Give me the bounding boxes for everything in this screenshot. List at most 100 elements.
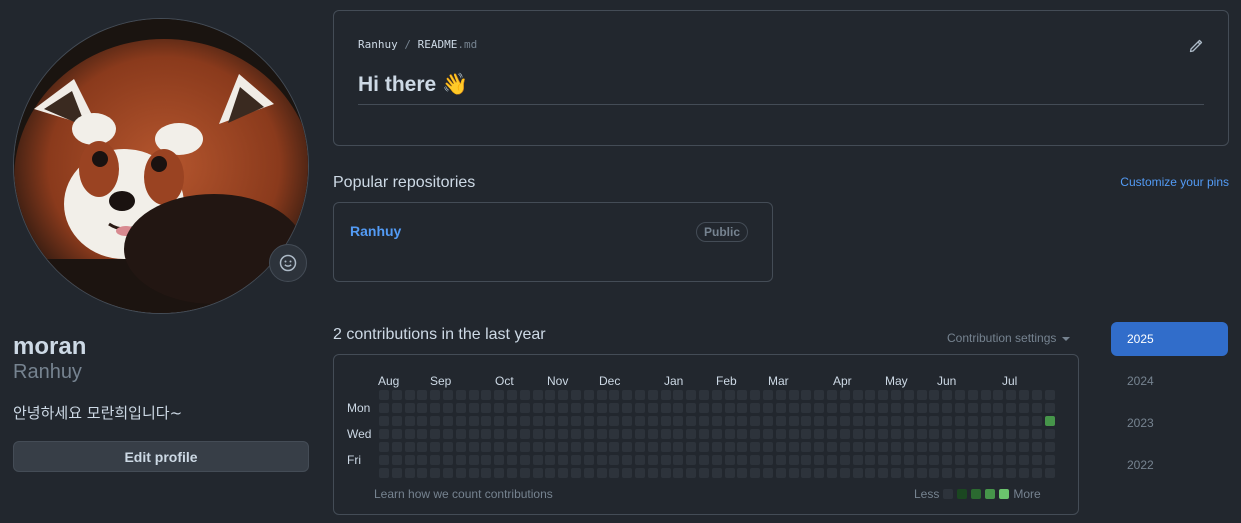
contribution-cell[interactable] (545, 416, 556, 426)
contribution-cell[interactable] (1031, 429, 1042, 439)
contribution-cell[interactable] (660, 416, 671, 426)
contribution-cell[interactable] (1044, 442, 1055, 452)
contribution-cell[interactable] (673, 390, 684, 400)
contribution-cell[interactable] (622, 442, 633, 452)
contribution-cell[interactable] (993, 468, 1004, 478)
contribution-cell[interactable] (647, 429, 658, 439)
contribution-cell[interactable] (801, 390, 812, 400)
contribution-cell[interactable] (891, 416, 901, 426)
contribution-cell[interactable] (583, 390, 594, 400)
contribution-cell[interactable] (481, 416, 492, 426)
contribution-cell[interactable] (545, 429, 556, 439)
contribution-cell[interactable] (635, 429, 645, 439)
contribution-cell[interactable] (686, 468, 697, 478)
contribution-cell[interactable] (980, 455, 991, 465)
contribution-cell[interactable] (430, 403, 441, 413)
contribution-cell[interactable] (532, 429, 543, 439)
contribution-cell[interactable] (468, 455, 479, 465)
contribution-cell[interactable] (942, 468, 953, 478)
contribution-cell[interactable] (1044, 403, 1055, 413)
year-2025[interactable]: 2025 (1111, 322, 1228, 356)
contribution-cell[interactable] (993, 455, 1004, 465)
contribution-cell[interactable] (750, 390, 761, 400)
contribution-cell[interactable] (647, 403, 658, 413)
contribution-cell[interactable] (430, 390, 441, 400)
contribution-cell[interactable] (903, 429, 914, 439)
contribution-cell[interactable] (724, 403, 735, 413)
contribution-cell[interactable] (801, 429, 812, 439)
contribution-cell[interactable] (878, 468, 889, 478)
contribution-cell[interactable] (571, 416, 581, 426)
pencil-icon[interactable] (1188, 38, 1204, 54)
contribution-cell[interactable] (942, 416, 953, 426)
contribution-cell[interactable] (519, 442, 530, 452)
contribution-cell[interactable] (865, 455, 876, 465)
contribution-cell[interactable] (775, 442, 786, 452)
contribution-cell[interactable] (955, 429, 965, 439)
contribution-cell[interactable] (814, 442, 825, 452)
contribution-cell[interactable] (571, 429, 581, 439)
contribution-cell[interactable] (878, 429, 889, 439)
contribution-cell[interactable] (980, 390, 991, 400)
contribution-cell[interactable] (814, 468, 825, 478)
contribution-cell[interactable] (1019, 468, 1029, 478)
contribution-cell[interactable] (532, 390, 543, 400)
contribution-cell[interactable] (430, 429, 441, 439)
contribution-cell[interactable] (737, 455, 748, 465)
contribution-cell[interactable] (711, 403, 722, 413)
contribution-cell[interactable] (967, 442, 978, 452)
contribution-cell[interactable] (980, 429, 991, 439)
contribution-cell[interactable] (955, 403, 965, 413)
contribution-cell[interactable] (507, 390, 517, 400)
contribution-cell[interactable] (993, 429, 1004, 439)
contribution-cell[interactable] (916, 442, 927, 452)
contribution-cell[interactable] (404, 429, 415, 439)
contribution-cell[interactable] (494, 416, 505, 426)
contribution-cell[interactable] (839, 403, 850, 413)
contribution-cell[interactable] (699, 416, 709, 426)
contribution-cell[interactable] (750, 468, 761, 478)
contribution-cell[interactable] (1031, 416, 1042, 426)
contribution-cell[interactable] (686, 429, 697, 439)
contribution-cell[interactable] (430, 442, 441, 452)
contribution-cell[interactable] (903, 442, 914, 452)
contribution-cell[interactable] (468, 442, 479, 452)
contribution-cell[interactable] (455, 416, 466, 426)
contribution-cell[interactable] (699, 403, 709, 413)
contribution-cell[interactable] (1031, 403, 1042, 413)
contribution-cell[interactable] (583, 455, 594, 465)
contribution-cell[interactable] (583, 429, 594, 439)
contribution-cell[interactable] (955, 416, 965, 426)
contribution-cell[interactable] (1019, 403, 1029, 413)
contribution-cell[interactable] (532, 455, 543, 465)
contribution-cell[interactable] (443, 403, 453, 413)
contribution-cell[interactable] (724, 429, 735, 439)
contribution-cell[interactable] (558, 442, 569, 452)
contribution-cell[interactable] (929, 390, 940, 400)
contribution-cell[interactable] (878, 416, 889, 426)
contribution-cell[interactable] (545, 390, 556, 400)
contribution-cell[interactable] (609, 429, 620, 439)
contribution-cell[interactable] (468, 468, 479, 478)
contribution-cell[interactable] (417, 442, 428, 452)
contribution-cell[interactable] (967, 416, 978, 426)
contribution-cell[interactable] (443, 416, 453, 426)
year-2023[interactable]: 2023 (1111, 406, 1228, 440)
contribution-cell[interactable] (519, 429, 530, 439)
contribution-cell[interactable] (404, 468, 415, 478)
contribution-cell[interactable] (686, 442, 697, 452)
contribution-cell[interactable] (532, 468, 543, 478)
contribution-cell[interactable] (788, 455, 799, 465)
contribution-cell[interactable] (1006, 468, 1017, 478)
contribution-cell[interactable] (750, 442, 761, 452)
contribution-cell[interactable] (622, 416, 633, 426)
contribution-cell[interactable] (827, 403, 837, 413)
contribution-cell[interactable] (391, 403, 402, 413)
contribution-cell[interactable] (443, 390, 453, 400)
contribution-cell[interactable] (379, 468, 389, 478)
contribution-cell[interactable] (417, 416, 428, 426)
contribution-cell[interactable] (814, 416, 825, 426)
contribution-cell[interactable] (967, 429, 978, 439)
contribution-cell[interactable] (955, 442, 965, 452)
contribution-cell[interactable] (1019, 442, 1029, 452)
